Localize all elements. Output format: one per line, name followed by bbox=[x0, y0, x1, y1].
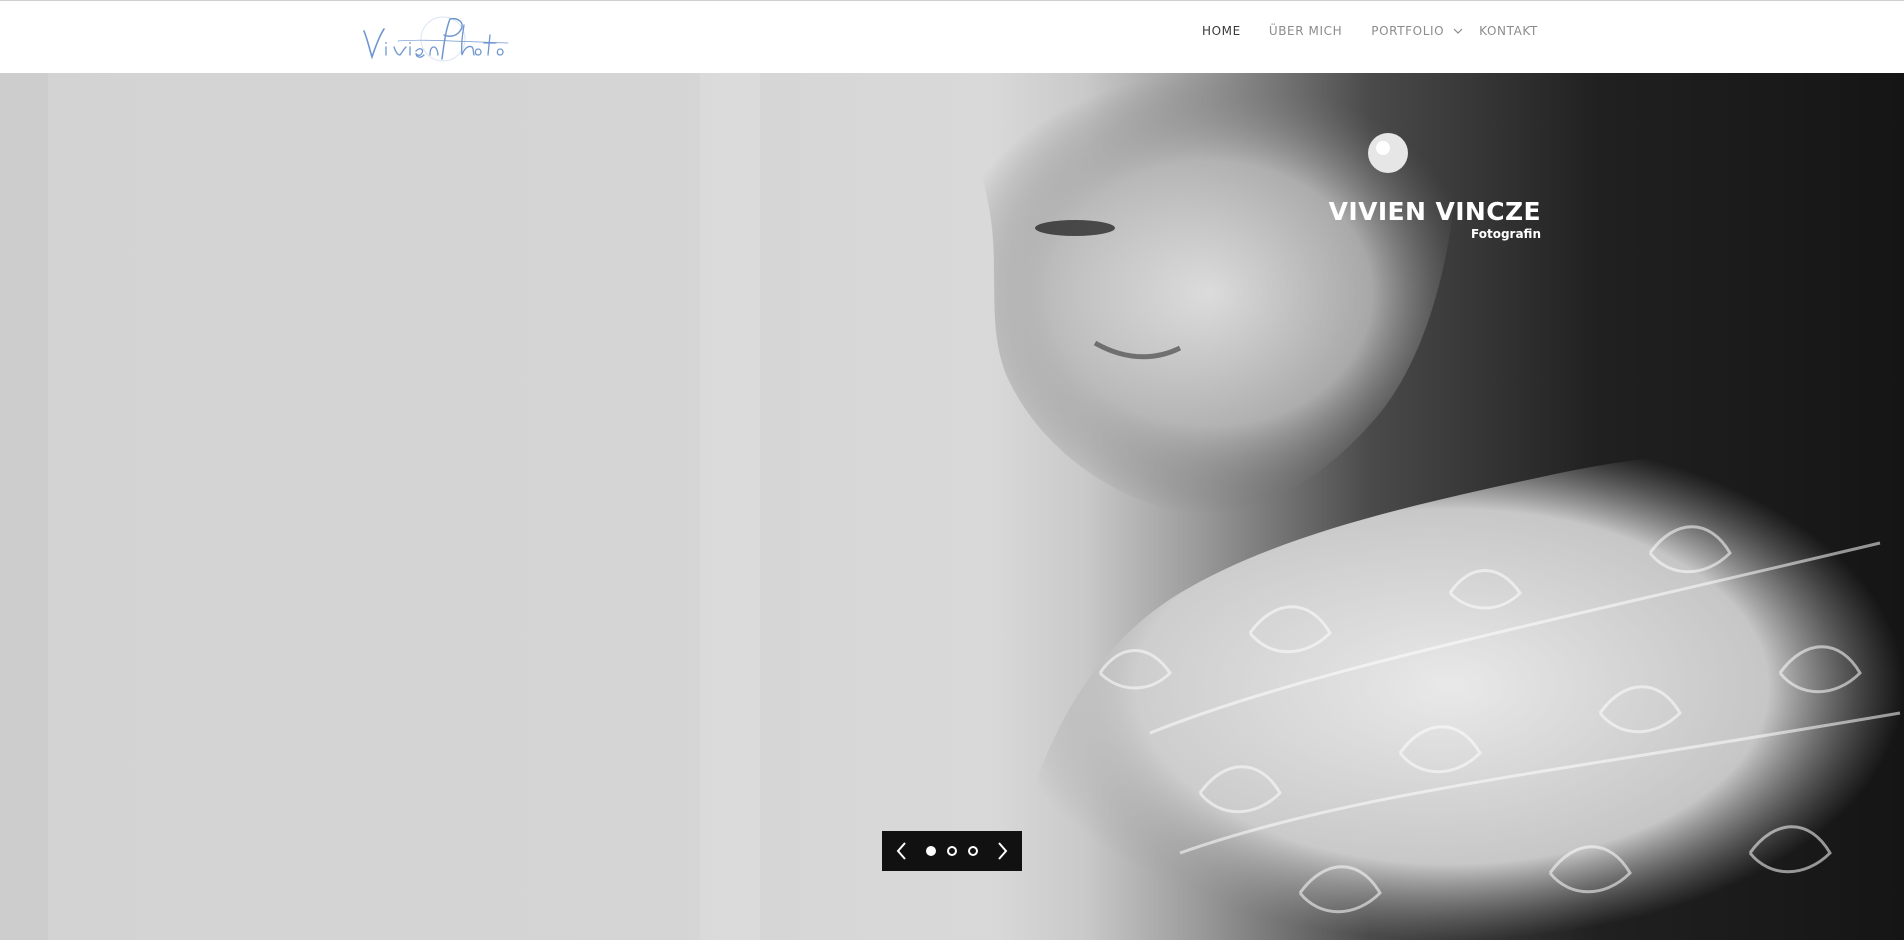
slider-controls bbox=[882, 831, 1022, 871]
slider-dots bbox=[926, 846, 978, 856]
nav-about[interactable]: ÜBER MICH bbox=[1269, 24, 1342, 38]
hero-subtitle: Fotografin bbox=[1471, 227, 1541, 241]
site-logo[interactable] bbox=[358, 13, 514, 69]
chevron-right-icon[interactable] bbox=[994, 841, 1010, 861]
hero-title: VIVIEN VINCZE bbox=[1328, 197, 1541, 226]
slider-dot-2[interactable] bbox=[947, 846, 957, 856]
main-navigation: HOME ÜBER MICH PORTFOLIO KONTAKT bbox=[1190, 21, 1538, 41]
slider-dot-3[interactable] bbox=[968, 846, 978, 856]
chevron-left-icon[interactable] bbox=[894, 841, 910, 861]
hero-caption: VIVIEN VINCZE Fotografin bbox=[1329, 197, 1541, 241]
site-header: HOME ÜBER MICH PORTFOLIO KONTAKT bbox=[0, 1, 1904, 73]
nav-home[interactable]: HOME bbox=[1202, 24, 1241, 38]
chevron-down-icon bbox=[1453, 26, 1463, 36]
nav-contact[interactable]: KONTAKT bbox=[1479, 24, 1538, 38]
vivien-photo-logo bbox=[363, 16, 509, 62]
hero-bride-photo bbox=[0, 73, 1904, 940]
slider-dot-1[interactable] bbox=[926, 846, 936, 856]
hero-slider: VIVIEN VINCZE Fotografin bbox=[0, 73, 1904, 940]
nav-portfolio-label: PORTFOLIO bbox=[1371, 24, 1445, 38]
nav-portfolio[interactable]: PORTFOLIO bbox=[1371, 24, 1463, 38]
